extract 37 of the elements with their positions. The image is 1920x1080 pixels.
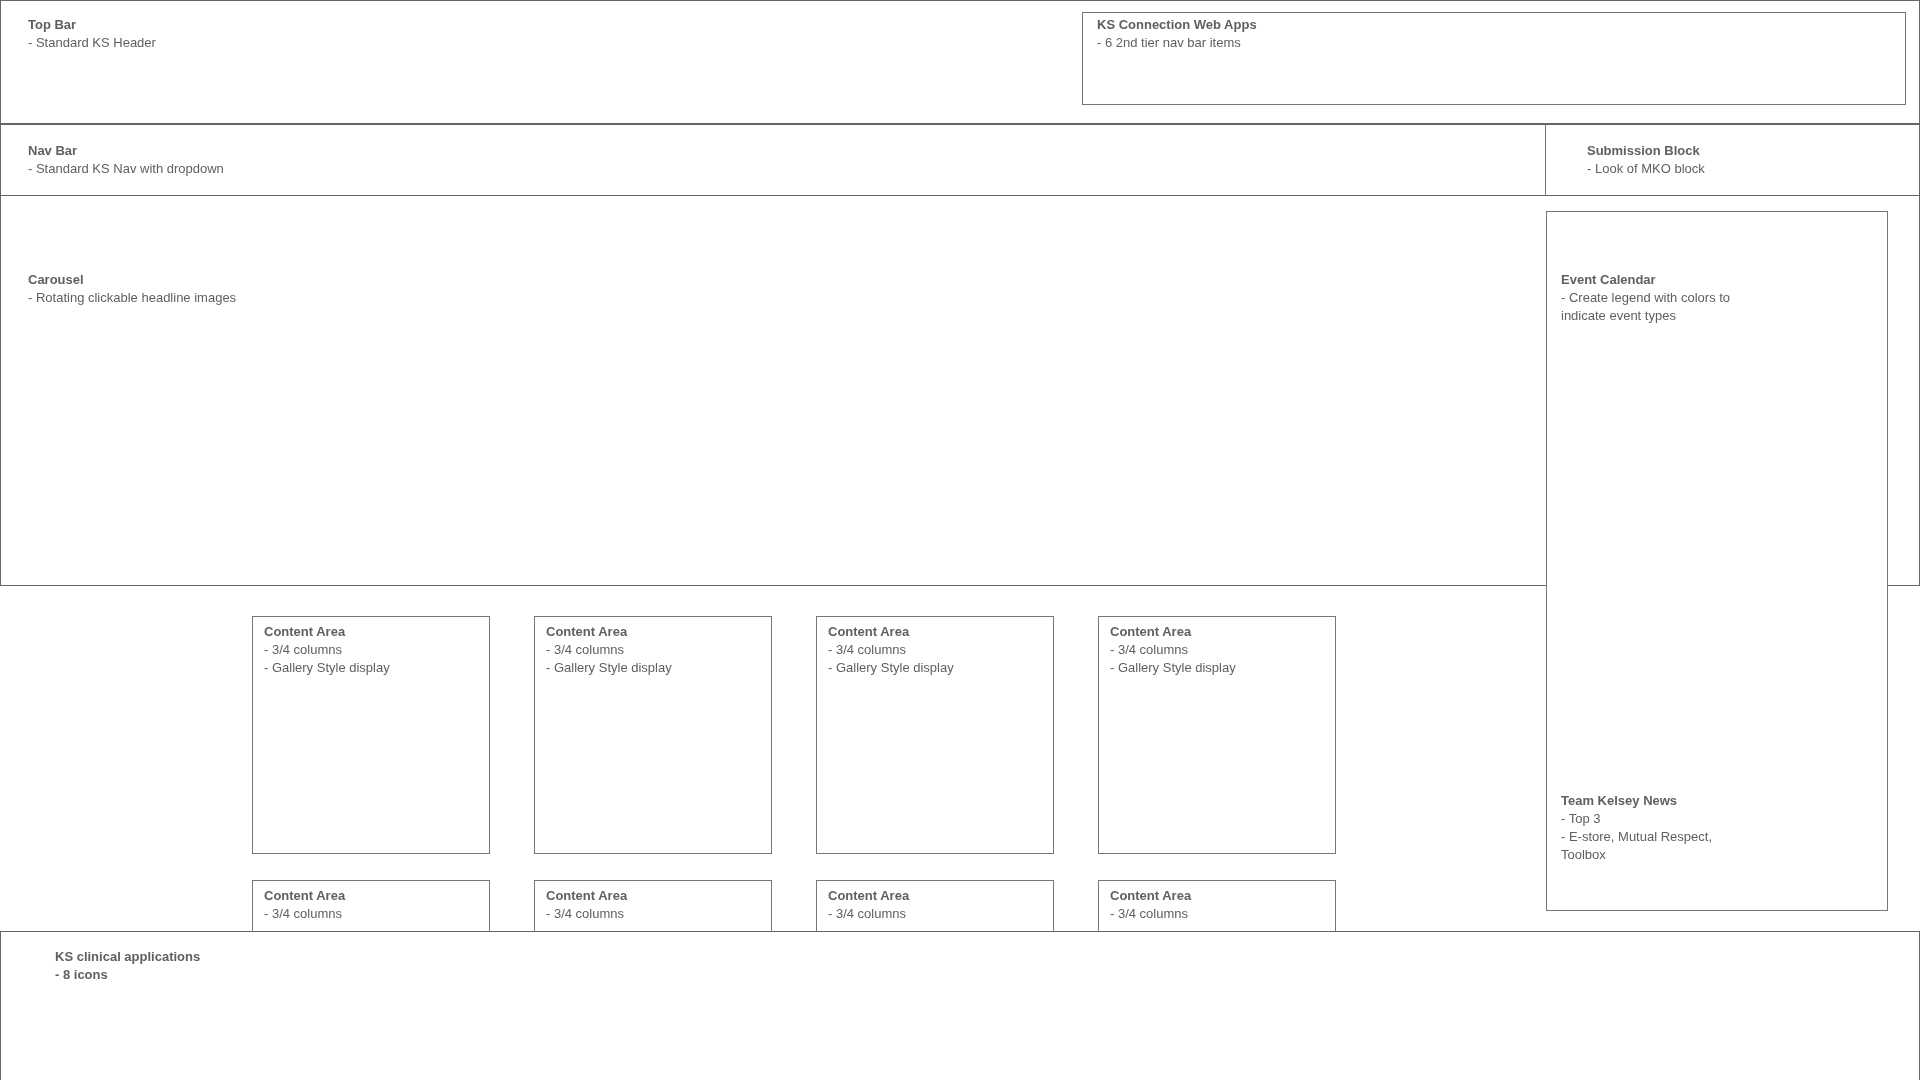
- note-text: - Gallery Style display: [546, 659, 672, 677]
- note-text: - Rotating clickable headline images: [28, 289, 237, 307]
- note-text: - E-store, Mutual Respect, Toolbox: [1561, 828, 1713, 864]
- note-text: - Gallery Style display: [828, 659, 954, 677]
- note-text: - Look of MKO block: [1587, 160, 1705, 178]
- note-text: - 3/4 columns: [264, 641, 343, 659]
- section-title: Submission Block: [1587, 142, 1700, 160]
- note-text: - 6 2nd tier nav bar items: [1097, 34, 1241, 52]
- section-title: Nav Bar: [28, 142, 78, 160]
- section-title: Content Area: [264, 887, 346, 905]
- note-text: - 3/4 columns: [1110, 641, 1189, 659]
- section-title: Content Area: [264, 623, 346, 641]
- note-text: - 3/4 columns: [828, 905, 907, 923]
- section-title: Top Bar: [28, 16, 77, 34]
- section-title: Content Area: [546, 887, 628, 905]
- section-title: Content Area: [828, 623, 910, 641]
- section-title: Event Calendar: [1561, 271, 1656, 289]
- note-text: - 8 icons: [55, 966, 108, 984]
- section-title: Content Area: [1110, 887, 1192, 905]
- section-title: KS clinical applications: [55, 948, 201, 966]
- note-text: - Standard KS Header: [28, 34, 156, 52]
- note-text: - Standard KS Nav with dropdown: [28, 160, 224, 178]
- section-title: KS Connection Web Apps: [1097, 16, 1257, 34]
- note-text: - 3/4 columns: [546, 905, 625, 923]
- note-text: - 3/4 columns: [264, 905, 343, 923]
- note-text: - 3/4 columns: [828, 641, 907, 659]
- section-title: Content Area: [1110, 623, 1192, 641]
- section-title: Team Kelsey News: [1561, 792, 1678, 810]
- section-title: Content Area: [828, 887, 910, 905]
- section-title: Carousel: [28, 271, 84, 289]
- note-text: - Gallery Style display: [1110, 659, 1236, 677]
- note-text: - Top 3: [1561, 810, 1601, 828]
- note-text: - Create legend with colors to indicate event types: [1561, 289, 1731, 325]
- note-text: - 3/4 columns: [546, 641, 625, 659]
- note-text: - Gallery Style display: [264, 659, 390, 677]
- note-text: - 3/4 columns: [1110, 905, 1189, 923]
- section-title: Content Area: [546, 623, 628, 641]
